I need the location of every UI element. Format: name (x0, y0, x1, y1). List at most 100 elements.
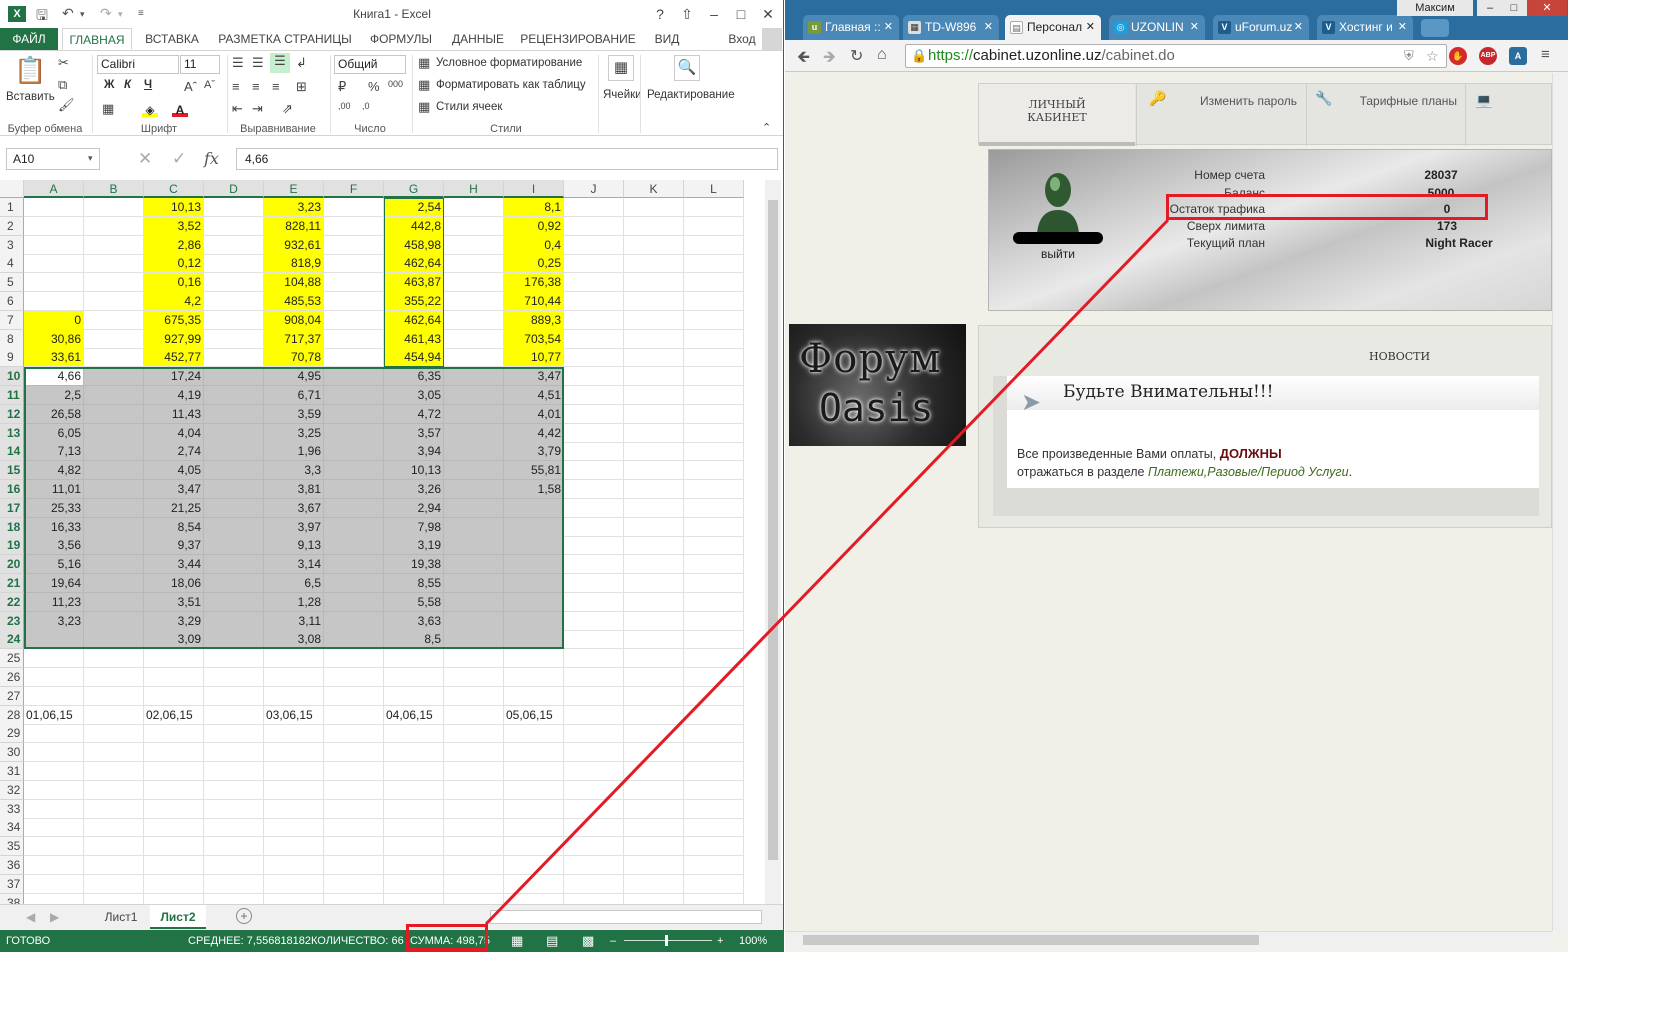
cell[interactable] (324, 273, 384, 293)
cell[interactable] (684, 404, 744, 424)
shrink-font-icon[interactable]: Aˇ (204, 79, 215, 91)
cell[interactable] (324, 555, 384, 575)
cell[interactable] (684, 799, 744, 819)
cell[interactable] (444, 292, 504, 311)
extension-a-icon[interactable]: A (1509, 47, 1527, 65)
cell[interactable]: 442,8 (384, 216, 444, 236)
cell[interactable]: 3,05 (384, 386, 444, 405)
cell[interactable] (84, 668, 144, 687)
cell[interactable]: 355,22 (384, 292, 444, 311)
cancel-icon[interactable]: ✕ (138, 149, 152, 169)
reload-icon[interactable]: ↻ (850, 46, 863, 66)
cell[interactable] (264, 762, 324, 781)
address-bar[interactable]: 🔒 https://cabinet.uzonline.uz/cabinet.do… (905, 44, 1447, 68)
cell[interactable] (564, 649, 624, 669)
cell[interactable] (624, 780, 684, 800)
cell[interactable] (624, 592, 684, 612)
cell[interactable] (624, 743, 684, 763)
tab-data[interactable]: ДАННЫЕ (444, 28, 512, 50)
cell[interactable]: 3,14 (264, 555, 324, 575)
row-header-19[interactable]: 19 (0, 536, 24, 556)
cell[interactable]: 104,88 (264, 273, 324, 293)
cell[interactable] (84, 780, 144, 800)
cell[interactable]: 462,64 (384, 310, 444, 330)
cell[interactable] (624, 874, 684, 894)
vertical-scrollbar[interactable] (765, 180, 781, 904)
row-header-25[interactable]: 25 (0, 649, 24, 669)
cell[interactable] (84, 799, 144, 819)
cell[interactable] (204, 498, 264, 518)
cell[interactable] (144, 780, 204, 800)
cell[interactable]: 70,78 (264, 348, 324, 368)
decrease-decimal-icon[interactable]: ,0 (362, 101, 370, 111)
browser-tab-6[interactable]: V Хостинг и ✕ (1317, 15, 1413, 40)
cell[interactable] (444, 404, 504, 424)
cell[interactable]: 6,05 (24, 423, 84, 443)
cell[interactable] (204, 386, 264, 405)
cell[interactable] (624, 310, 684, 330)
browser-tab-2[interactable]: ▦ TD-W896 ✕ (903, 15, 999, 40)
cell[interactable]: 454,94 (384, 348, 444, 368)
cell[interactable]: 485,53 (264, 292, 324, 311)
close-button[interactable]: ✕ (758, 4, 778, 24)
cell[interactable] (204, 216, 264, 236)
cell[interactable] (204, 686, 264, 706)
cell[interactable] (24, 649, 84, 669)
cell[interactable]: 0,92 (504, 216, 564, 236)
cell[interactable] (624, 442, 684, 462)
cell[interactable]: 0 (24, 310, 84, 330)
cell[interactable] (264, 799, 324, 819)
prev-sheet-icon[interactable]: ◀ (26, 910, 35, 924)
cell[interactable] (444, 423, 504, 443)
cell[interactable] (624, 292, 684, 311)
cell[interactable]: 0,16 (144, 273, 204, 293)
name-box-dropdown-icon[interactable]: ▾ (88, 153, 93, 164)
cell[interactable] (444, 273, 504, 293)
cell[interactable]: 10,13 (144, 198, 204, 217)
cell[interactable] (564, 818, 624, 838)
cell[interactable] (624, 837, 684, 857)
forum-oasis-banner[interactable]: Форум Oasis (789, 324, 966, 446)
row-header-30[interactable]: 30 (0, 743, 24, 763)
cell[interactable] (564, 630, 624, 650)
cell[interactable] (684, 743, 744, 763)
cell[interactable] (84, 611, 144, 631)
cell[interactable] (324, 442, 384, 462)
cell[interactable]: 5,58 (384, 592, 444, 612)
increase-decimal-icon[interactable]: ,00 (338, 101, 351, 111)
row-header-35[interactable]: 35 (0, 837, 24, 857)
cell[interactable] (84, 273, 144, 293)
cell[interactable]: 3,23 (24, 611, 84, 631)
cell[interactable]: 30,86 (24, 329, 84, 349)
conditional-format-icon[interactable]: ▦ (418, 55, 430, 71)
cell[interactable]: 2,74 (144, 442, 204, 462)
cell[interactable]: 3,59 (264, 404, 324, 424)
bookmark-star-icon[interactable]: ☆ (1426, 45, 1439, 67)
cell[interactable]: 3,94 (384, 442, 444, 462)
sheet-tab-1[interactable]: Лист1 (96, 905, 146, 929)
cell[interactable] (264, 837, 324, 857)
cell[interactable] (504, 837, 564, 857)
cell[interactable] (504, 762, 564, 781)
row-header-16[interactable]: 16 (0, 480, 24, 499)
cell[interactable] (204, 856, 264, 875)
tab-tariff-plans[interactable]: 🔧 Тарифные планы (1306, 84, 1466, 146)
cell[interactable] (564, 461, 624, 481)
cell[interactable] (444, 611, 504, 631)
cell[interactable] (204, 611, 264, 631)
cell[interactable] (324, 649, 384, 669)
cell[interactable]: 462,64 (384, 254, 444, 274)
cell[interactable]: 3,11 (264, 611, 324, 631)
cell[interactable] (624, 724, 684, 744)
cell[interactable] (624, 480, 684, 499)
cell[interactable] (324, 536, 384, 556)
cell[interactable] (504, 724, 564, 744)
cell[interactable] (684, 498, 744, 518)
page-layout-view-icon[interactable]: ▤ (546, 933, 558, 949)
cell[interactable]: 4,42 (504, 423, 564, 443)
cell[interactable]: 3,81 (264, 480, 324, 499)
cell[interactable] (564, 498, 624, 518)
cell[interactable] (324, 705, 384, 725)
cell[interactable] (144, 724, 204, 744)
cell[interactable] (684, 818, 744, 838)
